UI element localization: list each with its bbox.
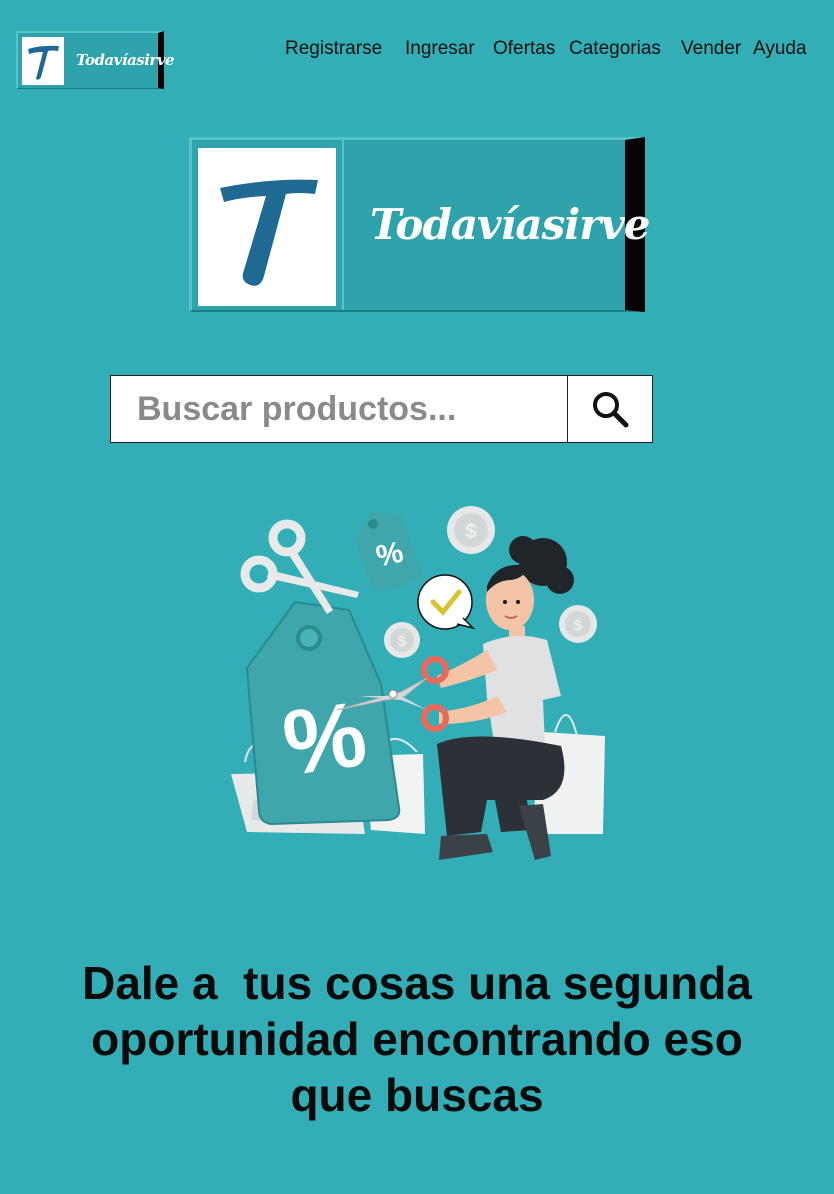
discount-percent-symbol: % — [277, 683, 372, 795]
small-tag-icon: % — [355, 512, 423, 590]
shopping-sale-illustration: % % $ $ $ — [231, 506, 605, 860]
scissors-icon — [240, 519, 359, 614]
nav-ayuda[interactable]: Ayuda — [753, 38, 807, 60]
main-nav: Registrarse Ingresar Ofertas Categorias … — [0, 38, 834, 62]
search-input[interactable] — [111, 376, 567, 442]
nav-registrarse[interactable]: Registrarse — [285, 38, 382, 60]
search-button[interactable] — [567, 376, 652, 442]
tagline-line-1: Dale a tus cosas una segunda — [82, 957, 752, 1009]
svg-text:$: $ — [398, 633, 407, 650]
header: Todavíasirve Registrarse Ingresar Oferta… — [0, 0, 834, 100]
hero-logo-text: Todavíasirve — [370, 200, 650, 249]
discount-tag-icon: % — [245, 600, 401, 826]
nav-ingresar[interactable]: Ingresar — [405, 38, 475, 60]
hero-tagline: Dale a tus cosas una segunda oportunidad… — [60, 955, 774, 1123]
hero-logo: Todavíasirve — [189, 137, 650, 312]
tagline-line-2: oportunidad encontrando eso — [91, 1013, 743, 1065]
tagline-line-3: que buscas — [290, 1069, 544, 1121]
coin-icon: $ — [559, 605, 597, 643]
coin-icon: $ — [384, 622, 420, 658]
svg-text:$: $ — [574, 617, 583, 634]
search-bar — [110, 375, 653, 443]
coin-icon: $ — [447, 506, 495, 554]
nav-vender[interactable]: Vender — [681, 38, 741, 60]
nav-ofertas[interactable]: Ofertas — [493, 38, 555, 60]
check-bubble-icon — [417, 574, 476, 630]
svg-text:$: $ — [465, 521, 476, 543]
hero-logo-divider — [342, 140, 344, 310]
search-icon — [593, 392, 629, 428]
hero-logo-t-icon — [198, 148, 336, 306]
nav-categorias[interactable]: Categorias — [569, 38, 661, 60]
